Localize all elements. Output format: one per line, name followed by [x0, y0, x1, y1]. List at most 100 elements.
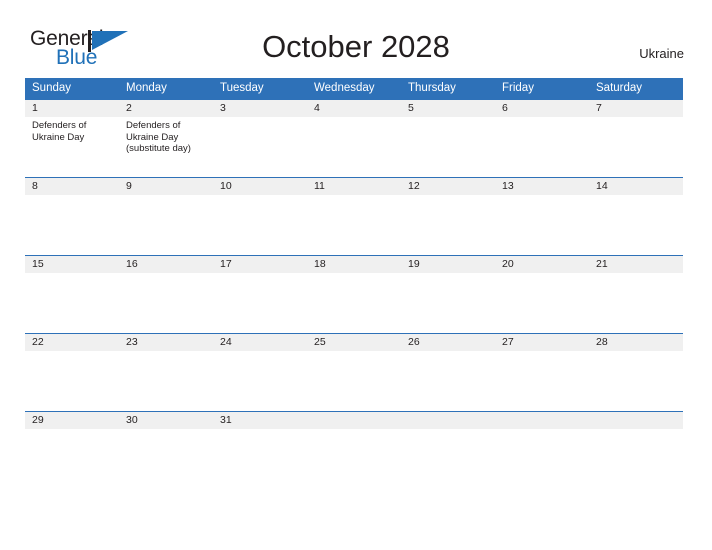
day-number[interactable]: 11 [307, 178, 401, 195]
day-number[interactable]: 29 [25, 412, 119, 429]
day-cell[interactable] [495, 117, 589, 177]
page-header: General Blue October 2028 Ukraine [0, 0, 712, 76]
week-event-band [25, 273, 683, 333]
day-cell[interactable] [307, 195, 401, 255]
day-number[interactable]: 12 [401, 178, 495, 195]
day-cell[interactable] [589, 273, 683, 333]
day-cell[interactable] [307, 351, 401, 411]
day-number[interactable]: 21 [589, 256, 683, 273]
country-label: Ukraine [639, 46, 684, 61]
calendar-week-row: 1 2 3 4 5 6 7 Defenders of Ukraine Day D… [25, 99, 683, 177]
day-cell[interactable] [307, 273, 401, 333]
calendar-week-row: 22 23 24 25 26 27 28 [25, 333, 683, 411]
day-cell[interactable] [213, 351, 307, 411]
day-cell[interactable] [213, 117, 307, 177]
day-number[interactable]: 9 [119, 178, 213, 195]
day-cell[interactable]: Defenders of Ukraine Day [25, 117, 119, 177]
day-cell[interactable] [401, 351, 495, 411]
day-cell[interactable] [25, 351, 119, 411]
day-number-empty [307, 412, 401, 429]
day-number-empty [589, 412, 683, 429]
day-cell-empty [401, 429, 495, 449]
day-cell[interactable] [401, 195, 495, 255]
week-date-number-band: 8 9 10 11 12 13 14 [25, 178, 683, 195]
day-number[interactable]: 27 [495, 334, 589, 351]
week-event-band [25, 195, 683, 255]
day-cell[interactable] [589, 195, 683, 255]
day-number[interactable]: 7 [589, 100, 683, 117]
week-event-band: Defenders of Ukraine Day Defenders of Uk… [25, 117, 683, 177]
day-number[interactable]: 19 [401, 256, 495, 273]
day-number-empty [401, 412, 495, 429]
week-date-number-band: 29 30 31 [25, 412, 683, 429]
day-number[interactable]: 25 [307, 334, 401, 351]
day-number[interactable]: 2 [119, 100, 213, 117]
day-cell[interactable] [25, 195, 119, 255]
calendar-week-row: 15 16 17 18 19 20 21 [25, 255, 683, 333]
day-cell[interactable] [495, 273, 589, 333]
day-cell[interactable] [119, 429, 213, 449]
day-number-empty [495, 412, 589, 429]
event-label: Defenders of Ukraine Day (substitute day… [126, 120, 191, 154]
day-cell-empty [589, 429, 683, 449]
day-number[interactable]: 31 [213, 412, 307, 429]
day-header-friday: Friday [502, 82, 534, 94]
day-cell-empty [307, 429, 401, 449]
day-number[interactable]: 6 [495, 100, 589, 117]
day-number[interactable]: 30 [119, 412, 213, 429]
week-date-number-band: 15 16 17 18 19 20 21 [25, 256, 683, 273]
day-number[interactable]: 18 [307, 256, 401, 273]
day-header-wednesday: Wednesday [314, 82, 375, 94]
day-cell[interactable] [119, 195, 213, 255]
day-cell[interactable] [495, 195, 589, 255]
day-number[interactable]: 4 [307, 100, 401, 117]
calendar-week-row: 29 30 31 [25, 411, 683, 449]
day-number[interactable]: 28 [589, 334, 683, 351]
day-number[interactable]: 3 [213, 100, 307, 117]
day-cell[interactable] [307, 117, 401, 177]
day-number[interactable]: 8 [25, 178, 119, 195]
day-header-thursday: Thursday [408, 82, 456, 94]
day-header-saturday: Saturday [596, 82, 643, 94]
week-event-band [25, 351, 683, 411]
day-cell[interactable] [495, 351, 589, 411]
day-cell[interactable] [589, 117, 683, 177]
day-cell[interactable] [589, 351, 683, 411]
day-cell[interactable] [119, 273, 213, 333]
day-number[interactable]: 15 [25, 256, 119, 273]
week-date-number-band: 1 2 3 4 5 6 7 [25, 100, 683, 117]
day-header-monday: Monday [126, 82, 167, 94]
page-title: October 2028 [262, 29, 450, 64]
calendar-table: Sunday Monday Tuesday Wednesday Thursday… [25, 78, 683, 449]
day-cell[interactable] [213, 429, 307, 449]
day-number[interactable]: 22 [25, 334, 119, 351]
day-cell[interactable] [401, 117, 495, 177]
week-date-number-band: 22 23 24 25 26 27 28 [25, 334, 683, 351]
day-number[interactable]: 16 [119, 256, 213, 273]
day-cell[interactable] [25, 429, 119, 449]
week-event-band [25, 429, 683, 449]
day-number[interactable]: 5 [401, 100, 495, 117]
day-number[interactable]: 26 [401, 334, 495, 351]
day-number[interactable]: 17 [213, 256, 307, 273]
day-number[interactable]: 23 [119, 334, 213, 351]
day-cell[interactable] [213, 273, 307, 333]
day-number[interactable]: 10 [213, 178, 307, 195]
day-cell-empty [495, 429, 589, 449]
day-cell[interactable]: Defenders of Ukraine Day (substitute day… [119, 117, 213, 177]
day-header-tuesday: Tuesday [220, 82, 264, 94]
day-number[interactable]: 1 [25, 100, 119, 117]
day-of-week-header-row: Sunday Monday Tuesday Wednesday Thursday… [25, 78, 683, 99]
event-label: Defenders of Ukraine Day [32, 120, 87, 143]
day-number[interactable]: 20 [495, 256, 589, 273]
calendar-week-row: 8 9 10 11 12 13 14 [25, 177, 683, 255]
day-number[interactable]: 24 [213, 334, 307, 351]
day-cell[interactable] [401, 273, 495, 333]
day-cell[interactable] [25, 273, 119, 333]
day-number[interactable]: 13 [495, 178, 589, 195]
calendar-page: General Blue October 2028 Ukraine Sunday… [0, 0, 712, 550]
day-cell[interactable] [213, 195, 307, 255]
day-number[interactable]: 14 [589, 178, 683, 195]
day-cell[interactable] [119, 351, 213, 411]
day-header-sunday: Sunday [32, 82, 72, 94]
